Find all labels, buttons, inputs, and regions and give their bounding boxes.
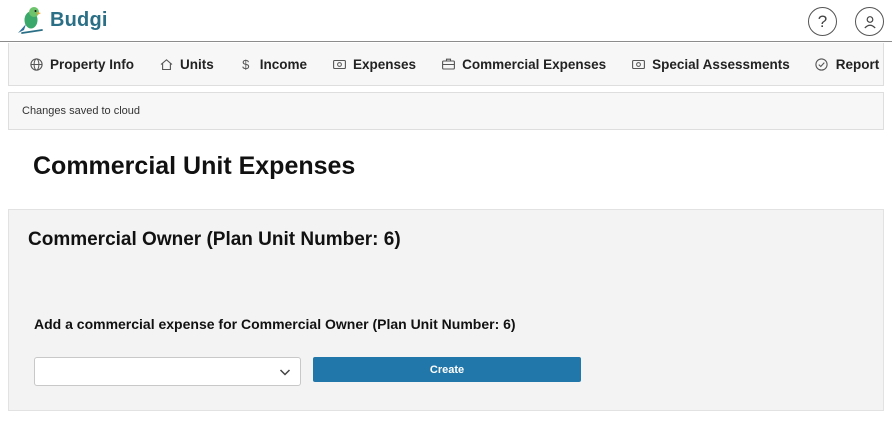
create-button[interactable]: Create (313, 357, 581, 382)
check-circle-icon (815, 57, 829, 71)
main-nav: Property Info Units $ Income Expenses Co… (8, 43, 884, 86)
parakeet-logo-icon (18, 7, 43, 34)
expense-type-select[interactable] (34, 357, 301, 386)
money-icon (631, 57, 645, 71)
add-expense-label: Add a commercial expense for Commercial … (34, 316, 516, 332)
user-account-button[interactable] (855, 7, 884, 36)
page-title: Commercial Unit Expenses (33, 152, 356, 180)
nav-expenses[interactable]: Expenses (332, 43, 416, 85)
save-status-text: Changes saved to cloud (22, 105, 141, 117)
save-status-bar: Changes saved to cloud (8, 92, 884, 130)
app-name: Budgi (50, 8, 108, 31)
nav-property-info[interactable]: Property Info (29, 43, 134, 85)
owner-title: Commercial Owner (Plan Unit Number: 6) (28, 229, 401, 250)
nav-label: Units (180, 56, 214, 72)
money-icon (332, 57, 346, 71)
nav-label: Special Assessments (652, 56, 790, 72)
nav-units[interactable]: Units (159, 43, 214, 85)
nav-label: Report (835, 56, 880, 72)
help-button[interactable]: ? (808, 7, 837, 36)
nav-income[interactable]: $ Income (239, 43, 307, 85)
question-circle-icon: ? (817, 11, 828, 31)
nav-report[interactable]: Report (815, 43, 880, 85)
user-circle-icon (863, 15, 876, 28)
chevron-down-icon (279, 369, 291, 376)
nav-label: Income (259, 56, 308, 72)
nav-label: Commercial Expenses (462, 56, 607, 72)
commercial-owner-card: Commercial Owner (Plan Unit Number: 6) A… (8, 209, 884, 411)
nav-label: Property Info (50, 56, 135, 72)
nav-special-assessments[interactable]: Special Assessments (631, 43, 790, 85)
app-logo[interactable]: Budgi (14, 3, 108, 37)
home-icon (159, 57, 173, 71)
globe-icon (29, 57, 43, 71)
top-header: Budgi ? (0, 0, 892, 42)
nav-label: Expenses (353, 56, 417, 72)
briefcase-icon (441, 57, 455, 71)
dollar-icon: $ (242, 56, 250, 72)
nav-commercial-expenses[interactable]: Commercial Expenses (441, 43, 606, 85)
